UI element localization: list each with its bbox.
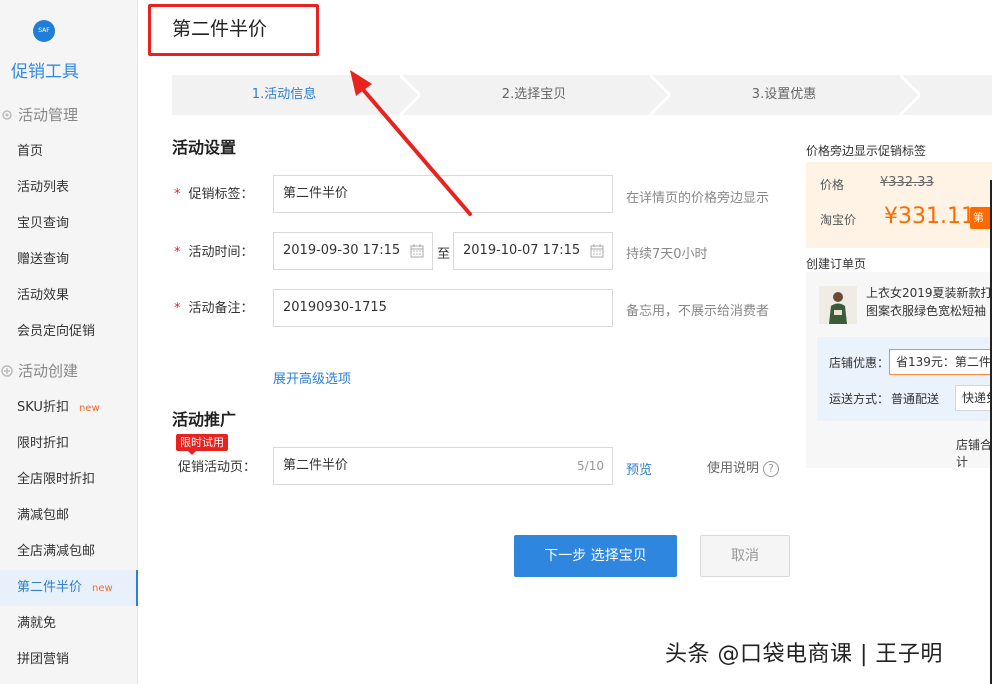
step-set-discount: 3.设置优惠: [751, 87, 817, 102]
sidebar-item-store-limited-discount[interactable]: 全店限时折扣: [0, 462, 138, 498]
app-title[interactable]: 促销工具: [11, 57, 79, 82]
sidebar: SAF 促销工具 活动管理 首页 活动列表 宝贝查询 赠送查询 活动效果 会员定…: [0, 0, 138, 684]
original-price: ¥332.33: [880, 175, 934, 190]
end-time-input[interactable]: 2019-10-07 17:15: [453, 232, 613, 270]
char-counter: 5/10: [577, 459, 604, 473]
activity-time-label: * 活动时间：: [174, 245, 254, 260]
help-link[interactable]: 使用说明?: [707, 457, 780, 477]
section-activity-manage[interactable]: 活动管理: [0, 104, 78, 125]
step-separator-icon: [400, 75, 420, 115]
section-title-settings: 活动设置: [172, 138, 237, 157]
promo-page-label: 促销活动页：: [178, 460, 257, 475]
sidebar-item-member-promo[interactable]: 会员定向促销: [0, 314, 138, 350]
activity-note-label: * 活动备注：: [174, 301, 254, 316]
sidebar-item-free-on-full[interactable]: 满就免: [0, 606, 138, 642]
activity-note-input[interactable]: 20190930-1715: [273, 289, 613, 327]
step-separator-icon: [900, 75, 920, 115]
price-tag-preview-title: 价格旁边显示促销标签: [806, 144, 927, 158]
time-range-separator: 至: [437, 247, 451, 262]
sidebar-item-label: SKU折扣: [17, 400, 69, 415]
sidebar-item-activity-list[interactable]: 活动列表: [0, 170, 138, 206]
sidebar-item-sku-discount[interactable]: SKU折扣 new: [0, 390, 138, 426]
sidebar-item-activity-effect[interactable]: 活动效果: [0, 278, 138, 314]
cancel-button[interactable]: 取消: [700, 535, 790, 577]
calendar-icon[interactable]: [590, 244, 604, 258]
step-progress-bar: 1.活动信息 2.选择宝贝 3.设置优惠: [172, 75, 992, 115]
new-badge: new: [92, 583, 113, 594]
sidebar-item-store-full-reduce-shipping[interactable]: 全店满减包邮: [0, 534, 138, 570]
promo-page-input[interactable]: 第二件半价 5/10: [273, 447, 613, 485]
product-title: 上衣女2019夏装新款打底 图案衣服绿色宽松短袖: [866, 286, 992, 318]
logo-icon: SAF: [33, 20, 55, 42]
promo-tag-hint: 在详情页的价格旁边显示: [626, 191, 770, 206]
taobao-price-label: 淘宝价: [820, 213, 857, 227]
section-activity-create-label: 活动创建: [18, 362, 79, 380]
section-activity-manage-label: 活动管理: [18, 106, 79, 124]
question-icon[interactable]: ?: [763, 461, 780, 477]
sidebar-item-gift-query[interactable]: 赠送查询: [0, 242, 138, 278]
shipping-label: 运送方式：: [829, 392, 890, 406]
step-separator-icon: [650, 75, 670, 115]
trial-badge: 限时试用: [176, 434, 228, 455]
promo-tag-input[interactable]: 第二件半价: [273, 175, 613, 213]
next-step-button[interactable]: 下一步 选择宝贝: [514, 535, 677, 577]
shipping-box: 店铺优惠： 省139元：第二件半价 运送方式： 普通配送 快递免邮: [817, 337, 992, 421]
shop-discount-select[interactable]: 省139元：第二件半价: [889, 349, 992, 375]
duration-hint: 持续7天0小时: [626, 247, 708, 262]
price-label: 价格: [820, 178, 845, 192]
create-icon: [0, 364, 14, 378]
sidebar-item-group-buy[interactable]: 拼团营销: [0, 642, 138, 678]
expand-advanced-link[interactable]: 展开高级选项: [273, 368, 351, 387]
gear-icon: [0, 108, 14, 122]
section-title-promotion: 活动推广: [172, 410, 237, 429]
section-activity-create[interactable]: 活动创建: [0, 360, 78, 381]
price-preview-box: 价格 ¥332.33 淘宝价 ¥331.11: [806, 162, 992, 248]
product-thumbnail: [819, 286, 857, 324]
promo-tag-label: * 促销标签：: [174, 187, 254, 202]
preview-link[interactable]: 预览: [626, 459, 652, 478]
annotation-highlight-box: [148, 4, 319, 56]
sidebar-item-second-half-price[interactable]: 第二件半价 new: [0, 570, 138, 606]
sidebar-item-limited-discount[interactable]: 限时折扣: [0, 426, 138, 462]
note-hint: 备忘用，不展示给消费者: [626, 304, 770, 319]
promo-price: ¥331.11: [884, 204, 975, 229]
app-root: SAF 促销工具 活动管理 首页 活动列表 宝贝查询 赠送查询 活动效果 会员定…: [0, 0, 992, 684]
shop-discount-label: 店铺优惠：: [829, 356, 890, 370]
shipping-select[interactable]: 快递免邮: [955, 385, 992, 411]
step-select-product: 2.选择宝贝: [501, 87, 567, 102]
sidebar-item-label: 第二件半价: [17, 580, 83, 595]
sidebar-item-full-reduce-shipping[interactable]: 满减包邮: [0, 498, 138, 534]
new-badge: new: [78, 403, 100, 414]
calendar-icon[interactable]: [410, 244, 424, 258]
step-activity-info: 1.活动信息: [251, 87, 317, 102]
start-time-input[interactable]: 2019-09-30 17:15: [273, 232, 433, 270]
order-preview-title: 创建订单页: [806, 257, 867, 271]
sidebar-item-product-query[interactable]: 宝贝查询: [0, 206, 138, 242]
sidebar-item-home[interactable]: 首页: [0, 134, 138, 170]
shipping-method: 普通配送: [891, 392, 940, 406]
watermark: 头条 @口袋电商课 | 王子明: [665, 642, 943, 667]
promo-tag-preview: 第: [970, 207, 992, 229]
shop-total-label: 店铺合计: [956, 438, 992, 469]
